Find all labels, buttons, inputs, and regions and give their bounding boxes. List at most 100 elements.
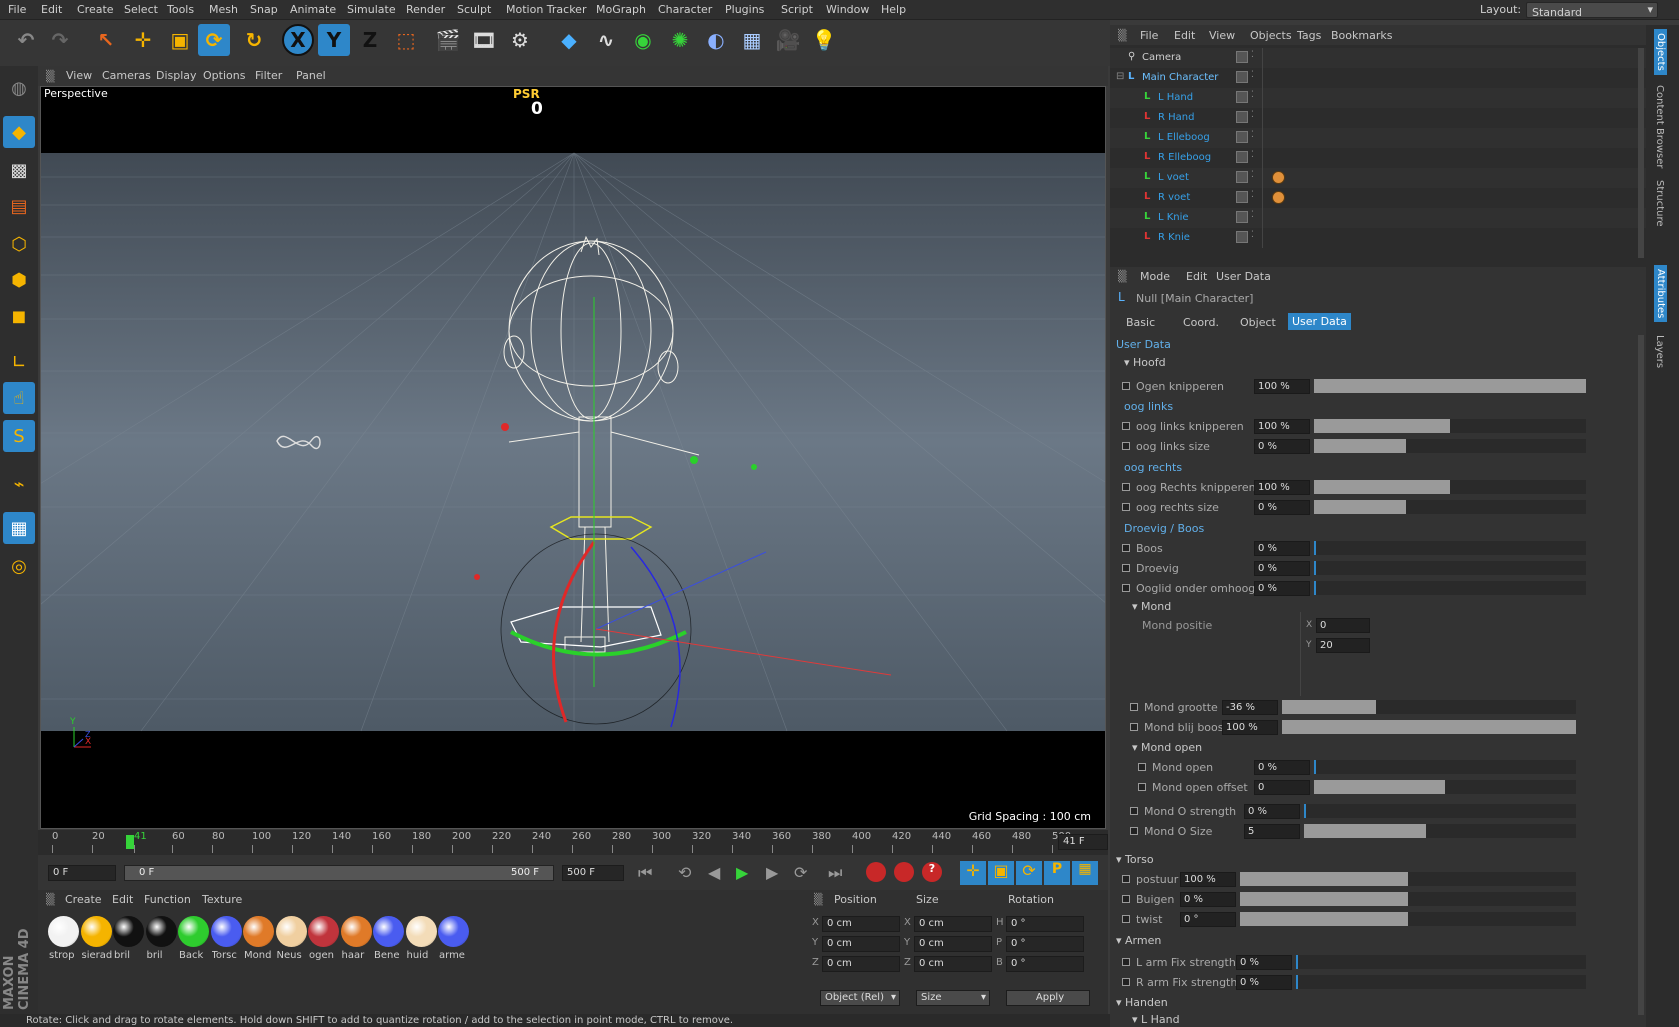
animate-param-icon[interactable] <box>1122 564 1130 572</box>
mond-positie-x-field[interactable]: 0 <box>1316 618 1370 633</box>
texture-mode-icon[interactable]: ▩ <box>3 154 35 186</box>
menu-window[interactable]: Window <box>826 3 869 16</box>
rotate-tool-icon[interactable]: ⟳ <box>198 24 230 56</box>
vtab-attributes[interactable]: Attributes <box>1654 265 1667 323</box>
visibility-checkbox-icon[interactable] <box>1236 171 1248 183</box>
material-menu-create[interactable]: Create <box>65 893 102 906</box>
light-icon[interactable]: 💡 <box>808 24 840 56</box>
ik-tag-icon[interactable] <box>1272 191 1285 204</box>
attr-menu-mode[interactable]: Mode <box>1140 270 1170 283</box>
menu-tools[interactable]: Tools <box>167 3 194 16</box>
start-frame-field[interactable]: 0 F <box>48 865 116 881</box>
param-slider[interactable] <box>1240 912 1576 926</box>
scale-tool-icon[interactable]: ▣ <box>164 24 196 56</box>
group-torso[interactable]: ▾ Torso <box>1116 853 1154 866</box>
visibility-checkbox-icon[interactable] <box>1236 111 1248 123</box>
render-view-icon[interactable]: 🎬 <box>432 24 464 56</box>
menu-help[interactable]: Help <box>881 3 906 16</box>
deformer-icon[interactable]: ◐ <box>700 24 732 56</box>
object-scrollbar[interactable] <box>1638 48 1644 258</box>
go-to-end-icon[interactable]: ⏭ <box>828 863 842 883</box>
param-slider[interactable] <box>1304 804 1576 818</box>
param-slider[interactable] <box>1314 561 1586 575</box>
param-slider[interactable] <box>1282 700 1576 714</box>
object-row[interactable]: L R Elleboog ⁚ <box>1110 148 1646 168</box>
animate-param-icon[interactable] <box>1122 584 1130 592</box>
previous-frame-icon[interactable]: ◀ <box>708 863 720 882</box>
material-swatch[interactable] <box>308 916 339 947</box>
material-swatch[interactable] <box>210 916 242 947</box>
param-value-field[interactable]: 0 % <box>1236 975 1292 990</box>
rotate-alt-icon[interactable]: ↻ <box>238 24 270 56</box>
key-position-icon[interactable]: ✛ <box>960 861 986 885</box>
object-row[interactable]: L R voet ⁚ <box>1110 188 1646 208</box>
render-dots-icon[interactable]: ⁚ <box>1251 190 1254 200</box>
viewport-menu-filter[interactable]: Filter <box>255 69 282 82</box>
visibility-checkbox-icon[interactable] <box>1236 71 1248 83</box>
visibility-checkbox-icon[interactable] <box>1236 91 1248 103</box>
magnet-icon[interactable]: ⌁ <box>3 468 35 500</box>
param-slider[interactable] <box>1314 419 1586 433</box>
render-dots-icon[interactable]: ⁚ <box>1251 150 1254 160</box>
material-menu-function[interactable]: Function <box>144 893 191 906</box>
visibility-checkbox-icon[interactable] <box>1236 231 1248 243</box>
animate-param-icon[interactable] <box>1130 807 1138 815</box>
cube-icon[interactable]: ◆ <box>553 24 585 56</box>
param-slider[interactable] <box>1314 581 1586 595</box>
group-handen[interactable]: ▾ Handen <box>1116 996 1168 1009</box>
animate-param-icon[interactable] <box>1138 783 1146 791</box>
group-oog-rechts[interactable]: oog rechts <box>1124 461 1182 474</box>
param-slider[interactable] <box>1314 780 1576 794</box>
ik-tag-icon[interactable] <box>1272 171 1285 184</box>
tab-coord[interactable]: Coord. <box>1183 316 1219 329</box>
material-swatch[interactable] <box>80 916 112 947</box>
param-slider[interactable] <box>1296 975 1586 989</box>
next-frame-icon[interactable]: ▶ <box>766 863 778 882</box>
x-axis-lock-icon[interactable]: X <box>282 24 314 56</box>
param-slider[interactable] <box>1296 955 1586 969</box>
render-dots-icon[interactable]: ⁚ <box>1251 130 1254 140</box>
current-frame-field[interactable]: 41 F <box>1058 834 1108 850</box>
menu-script[interactable]: Script <box>781 3 813 16</box>
material-menu-edit[interactable]: Edit <box>112 893 133 906</box>
camera-icon[interactable]: 🎥 <box>772 24 804 56</box>
previous-key-icon[interactable]: ⟲ <box>678 863 691 882</box>
object-row[interactable]: ⚲ Camera ⁚ <box>1110 48 1646 68</box>
model-mode-icon[interactable]: ◆ <box>3 116 35 148</box>
param-slider[interactable] <box>1282 720 1576 734</box>
next-key-icon[interactable]: ⟳ <box>794 863 807 882</box>
animate-param-icon[interactable] <box>1122 978 1130 986</box>
menu-mesh[interactable]: Mesh <box>209 3 238 16</box>
param-value-field[interactable]: 100 % <box>1180 872 1236 887</box>
material-menu-texture[interactable]: Texture <box>202 893 242 906</box>
end-frame-field[interactable]: 500 F <box>562 865 624 881</box>
param-value-field[interactable]: 0 ° <box>1180 912 1236 927</box>
material-swatch[interactable] <box>340 916 372 947</box>
key-scale-icon[interactable]: ▣ <box>988 861 1014 885</box>
polygons-mode-icon[interactable]: ◼ <box>3 300 35 332</box>
menu-character[interactable]: Character <box>658 3 712 16</box>
coord-value-field[interactable]: 0 cm <box>914 936 992 952</box>
coord-value-field[interactable]: 0 cm <box>822 956 900 972</box>
coord-value-field[interactable]: 0 ° <box>1006 956 1084 972</box>
param-value-field[interactable]: 0 % <box>1180 892 1236 907</box>
attr-menu-user-data[interactable]: User Data <box>1216 270 1271 283</box>
playhead[interactable] <box>126 835 134 849</box>
attr-menu-edit[interactable]: Edit <box>1186 270 1207 283</box>
select-tool-icon[interactable]: ↖ <box>90 24 122 56</box>
vtab-structure[interactable]: Structure <box>1654 180 1665 227</box>
coord-mode-select[interactable]: Object (Rel) ▾ <box>820 990 900 1006</box>
param-value-field[interactable]: 100 % <box>1222 720 1278 735</box>
render-dots-icon[interactable]: ⁚ <box>1251 110 1254 120</box>
viewport-scene[interactable] <box>41 87 1106 829</box>
coord-value-field[interactable]: 0 ° <box>1006 936 1084 952</box>
material-swatch[interactable] <box>405 916 437 947</box>
param-value-field[interactable]: 0 % <box>1254 439 1310 454</box>
snap-icon[interactable]: S <box>3 420 35 452</box>
animate-param-icon[interactable] <box>1138 763 1146 771</box>
group-armen[interactable]: ▾ Armen <box>1116 934 1161 947</box>
animate-param-icon[interactable] <box>1122 442 1130 450</box>
floor-icon[interactable]: ▦ <box>736 24 768 56</box>
group-l-hand[interactable]: ▾ L Hand <box>1132 1013 1180 1026</box>
obj-menu-bookmarks[interactable]: Bookmarks <box>1331 29 1392 42</box>
